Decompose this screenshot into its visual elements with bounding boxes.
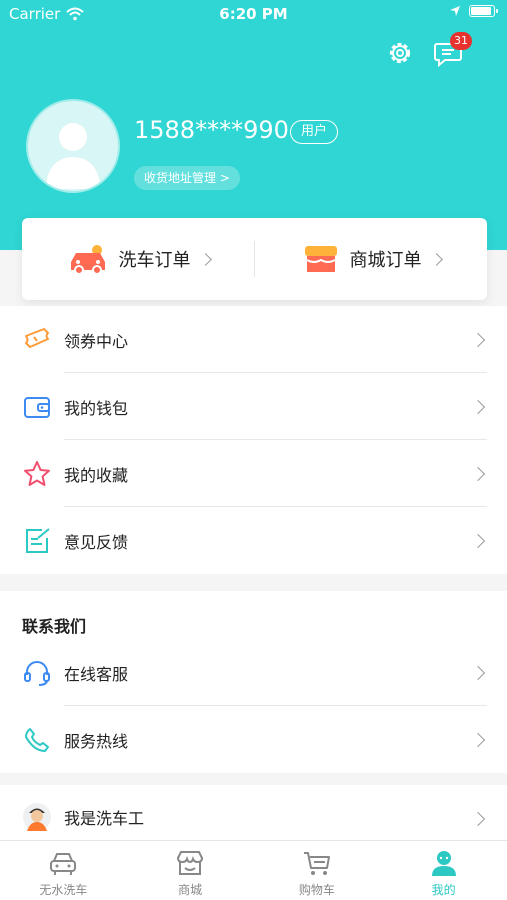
default-avatar-icon bbox=[46, 123, 100, 189]
menu-item-feedback[interactable]: 意见反馈 bbox=[0, 507, 507, 574]
chevron-right-icon bbox=[470, 332, 486, 348]
coupon-icon bbox=[22, 325, 52, 355]
tab-label: 无水洗车 bbox=[39, 883, 88, 897]
chevron-right-icon bbox=[470, 533, 486, 549]
gear-icon[interactable] bbox=[385, 38, 415, 68]
chevron-right-icon bbox=[429, 252, 443, 266]
menu-item-coupon-center[interactable]: 领券中心 bbox=[0, 306, 507, 373]
chevron-right-icon bbox=[470, 732, 486, 748]
menu-item-washer[interactable]: 我是洗车工 bbox=[0, 785, 507, 840]
avatar[interactable] bbox=[26, 99, 120, 193]
car-wash-order-label: 洗车订单 bbox=[118, 250, 191, 271]
unread-badge: 31 bbox=[450, 32, 472, 50]
tab-label: 商城 bbox=[178, 883, 203, 897]
car-wash-order-button[interactable]: 洗车订单 bbox=[22, 218, 254, 300]
shop-order-label: 商城订单 bbox=[349, 250, 422, 271]
order-card: 洗车订单 商城订单 bbox=[22, 218, 487, 300]
tab-mine[interactable]: 我的 bbox=[380, 841, 507, 900]
chevron-right-icon bbox=[470, 399, 486, 415]
menu-section: 领券中心 我的钱包 我的收藏 意见反馈 bbox=[0, 306, 507, 574]
battery-icon bbox=[469, 5, 498, 17]
tab-label: 购物车 bbox=[298, 883, 335, 897]
menu-item-favorites[interactable]: 我的收藏 bbox=[0, 440, 507, 507]
profile-header: Carrier 6:20 PM 31 1588****990 用户 收货地址管理… bbox=[0, 0, 507, 250]
chevron-right-icon bbox=[470, 811, 486, 827]
headset-icon bbox=[22, 658, 52, 688]
wallet-icon bbox=[22, 392, 52, 422]
edit-icon bbox=[22, 526, 52, 556]
tab-bar: 无水洗车 商城 购物车 我的 bbox=[0, 840, 507, 900]
address-manage-link[interactable]: 收货地址管理 > bbox=[134, 166, 240, 190]
menu-label: 我的钱包 bbox=[64, 398, 129, 418]
washer-section: 我是洗车工 bbox=[0, 785, 507, 840]
status-bar: Carrier 6:20 PM bbox=[0, 0, 507, 30]
shop-icon bbox=[304, 246, 337, 272]
menu-label: 意见反馈 bbox=[64, 532, 129, 552]
tab-cart[interactable]: 购物车 bbox=[254, 841, 381, 900]
chevron-right-icon bbox=[198, 252, 212, 266]
car-icon bbox=[50, 853, 77, 875]
contact-section-title: 联系我们 bbox=[22, 617, 87, 636]
tab-car-wash[interactable]: 无水洗车 bbox=[0, 841, 127, 900]
star-icon bbox=[22, 459, 52, 489]
tab-store[interactable]: 商城 bbox=[127, 841, 254, 900]
user-icon bbox=[431, 851, 456, 876]
phone-icon bbox=[22, 725, 52, 755]
user-phone: 1588****990 bbox=[134, 116, 289, 144]
cart-icon bbox=[303, 852, 330, 875]
car-wash-icon bbox=[70, 245, 105, 275]
menu-item-online-service[interactable]: 在线客服 bbox=[0, 639, 507, 706]
menu-label: 我的收藏 bbox=[64, 465, 129, 485]
chevron-right-icon bbox=[470, 466, 486, 482]
menu-label: 服务热线 bbox=[64, 731, 129, 751]
store-icon bbox=[177, 851, 204, 875]
shop-order-button[interactable]: 商城订单 bbox=[255, 218, 487, 300]
menu-label: 在线客服 bbox=[64, 664, 129, 684]
menu-item-hotline[interactable]: 服务热线 bbox=[0, 706, 507, 773]
role-badge: 用户 bbox=[290, 120, 339, 144]
menu-item-wallet[interactable]: 我的钱包 bbox=[0, 373, 507, 440]
chevron-right-icon bbox=[470, 665, 486, 681]
menu-label: 领券中心 bbox=[64, 331, 129, 351]
washer-avatar-icon bbox=[22, 802, 52, 832]
tab-label: 我的 bbox=[431, 883, 456, 897]
location-arrow-icon bbox=[450, 6, 460, 16]
status-time: 6:20 PM bbox=[219, 5, 288, 23]
menu-label: 我是洗车工 bbox=[64, 809, 145, 828]
contact-section: 联系我们 在线客服 服务热线 bbox=[0, 591, 507, 773]
